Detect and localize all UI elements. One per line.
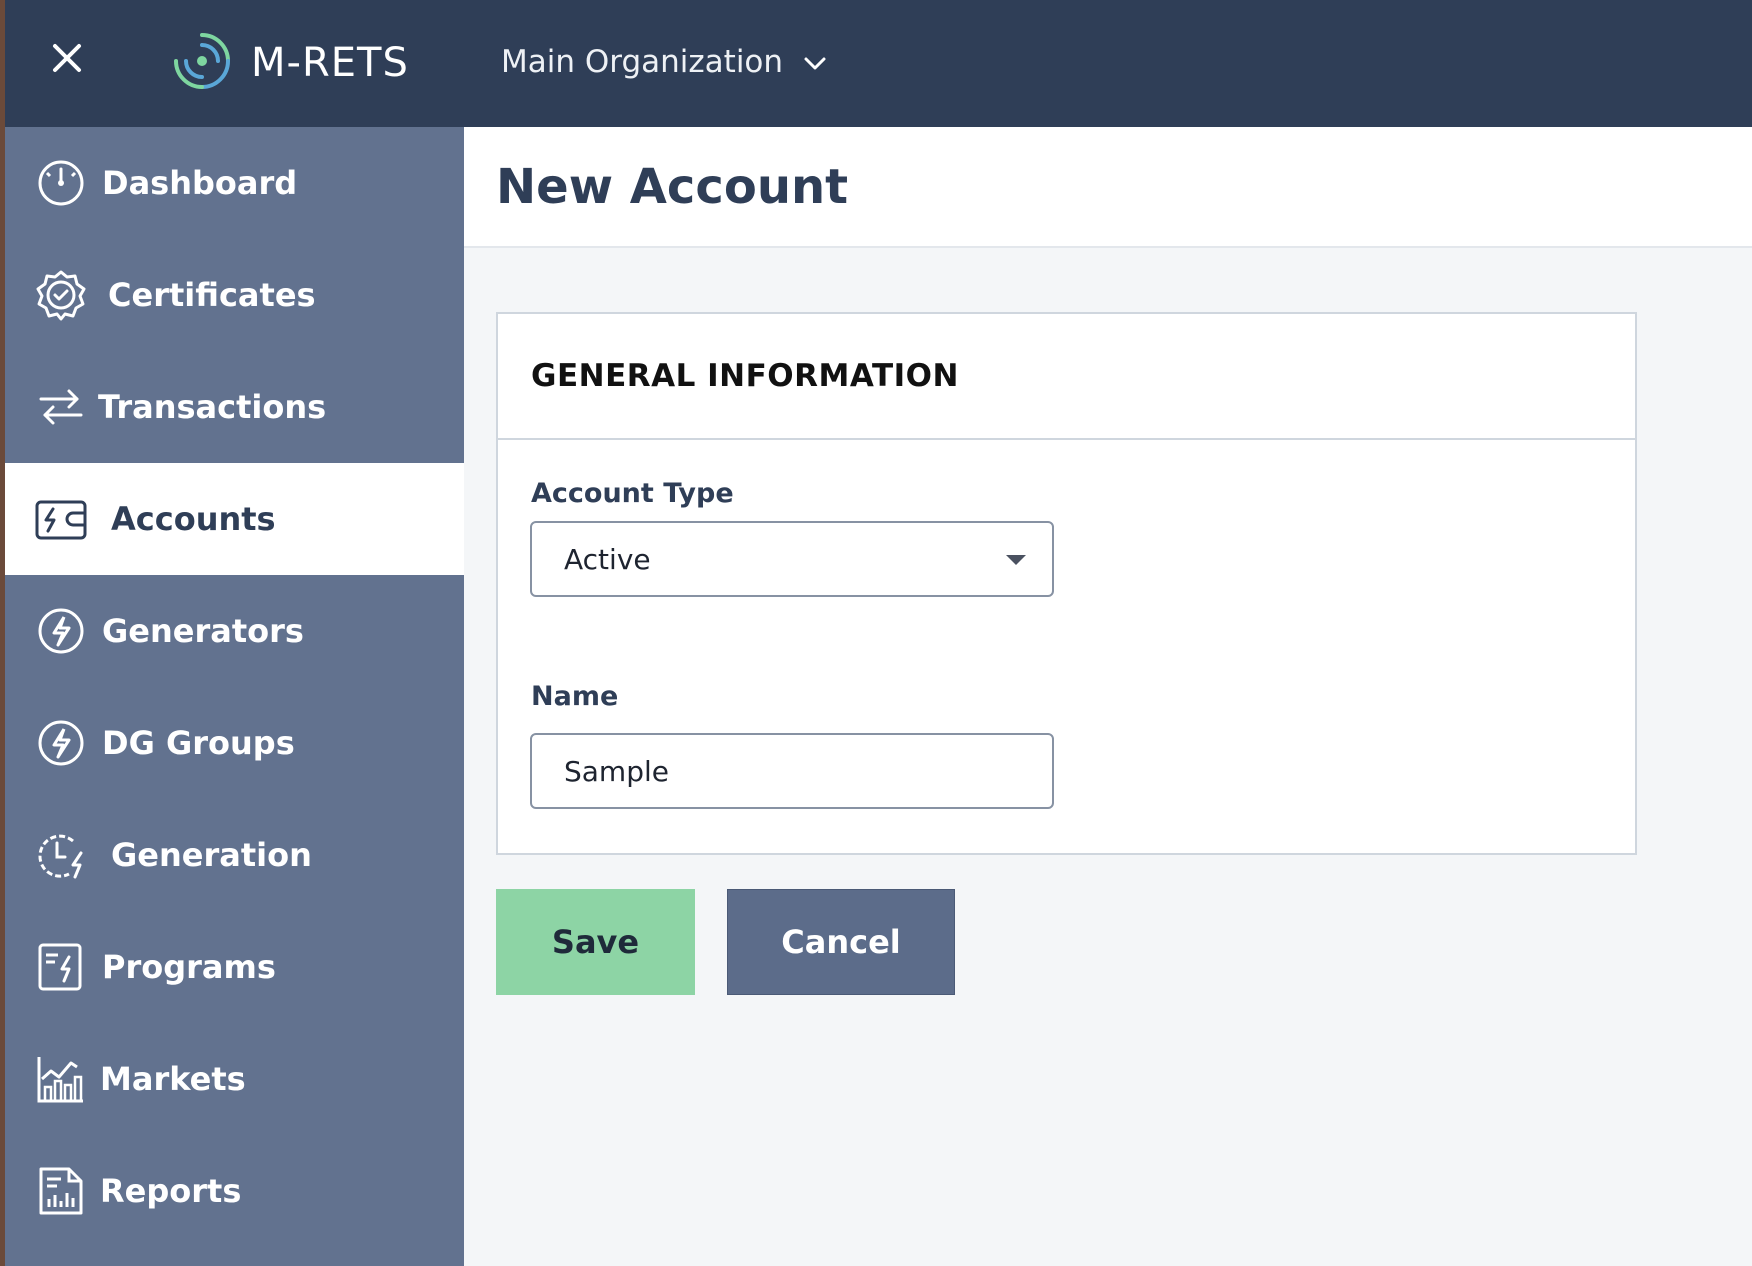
sidebar-item-label: DG Groups — [102, 724, 295, 762]
organization-label: Main Organization — [501, 44, 784, 80]
sidebar-item-label: Reports — [100, 1172, 242, 1210]
transfer-arrows-icon — [33, 379, 89, 435]
clock-bolt-icon — [33, 827, 89, 883]
sidebar-item-transactions[interactable]: Transactions — [5, 351, 464, 463]
name-field[interactable] — [532, 735, 1052, 807]
sidebar-item-reports[interactable]: Reports — [5, 1135, 464, 1247]
document-bolt-icon — [33, 939, 89, 995]
sidebar-item-label: Markets — [100, 1060, 246, 1098]
top-bar: M-RETS Main Organization — [5, 0, 1752, 127]
logo-icon — [168, 27, 236, 95]
account-type-select[interactable]: Active — [530, 521, 1054, 597]
certificate-badge-icon — [33, 267, 89, 323]
chevron-down-icon — [804, 57, 826, 69]
name-label: Name — [531, 681, 619, 712]
bolt-circle-icon — [33, 715, 89, 771]
sidebar-item-label: Dashboard — [102, 164, 298, 202]
page-header: New Account — [464, 127, 1752, 248]
sidebar-item-label: Certificates — [108, 276, 316, 314]
sidebar-item-label: Transactions — [98, 388, 327, 426]
close-icon[interactable] — [45, 38, 101, 90]
sidebar-item-label: Generation — [111, 836, 312, 874]
gauge-icon — [33, 155, 89, 211]
cancel-button[interactable]: Cancel — [727, 889, 955, 995]
sidebar: Dashboard Certificates Transactions Acco… — [5, 127, 464, 1266]
name-field-box — [530, 733, 1054, 809]
card-header: GENERAL INFORMATION — [498, 314, 1635, 440]
sidebar-item-generation[interactable]: Generation — [5, 799, 464, 911]
sidebar-item-certificates[interactable]: Certificates — [5, 239, 464, 351]
sidebar-item-dashboard[interactable]: Dashboard — [5, 127, 464, 239]
brand-name: M-RETS — [251, 40, 409, 86]
sidebar-item-dg-groups[interactable]: DG Groups — [5, 687, 464, 799]
sidebar-item-label: Programs — [102, 948, 276, 986]
sidebar-item-programs[interactable]: Programs — [5, 911, 464, 1023]
bar-chart-icon — [33, 1051, 89, 1107]
section-title: GENERAL INFORMATION — [531, 358, 959, 394]
wallet-bolt-icon — [33, 491, 89, 547]
bolt-circle-icon — [33, 603, 89, 659]
page-title: New Account — [496, 159, 849, 215]
save-button[interactable]: Save — [496, 889, 695, 995]
sidebar-item-label: Accounts — [111, 500, 276, 538]
organization-selector[interactable]: Main Organization — [501, 42, 827, 82]
report-chart-icon — [33, 1163, 89, 1219]
sidebar-item-label: Generators — [102, 612, 304, 650]
caret-down-icon — [1006, 555, 1026, 565]
account-type-value: Active — [564, 543, 651, 576]
sidebar-item-accounts[interactable]: Accounts — [5, 463, 464, 575]
account-type-label: Account Type — [531, 478, 734, 509]
sidebar-item-markets[interactable]: Markets — [5, 1023, 464, 1135]
sidebar-item-generators[interactable]: Generators — [5, 575, 464, 687]
general-information-card: GENERAL INFORMATION Account Type Active … — [496, 312, 1637, 855]
